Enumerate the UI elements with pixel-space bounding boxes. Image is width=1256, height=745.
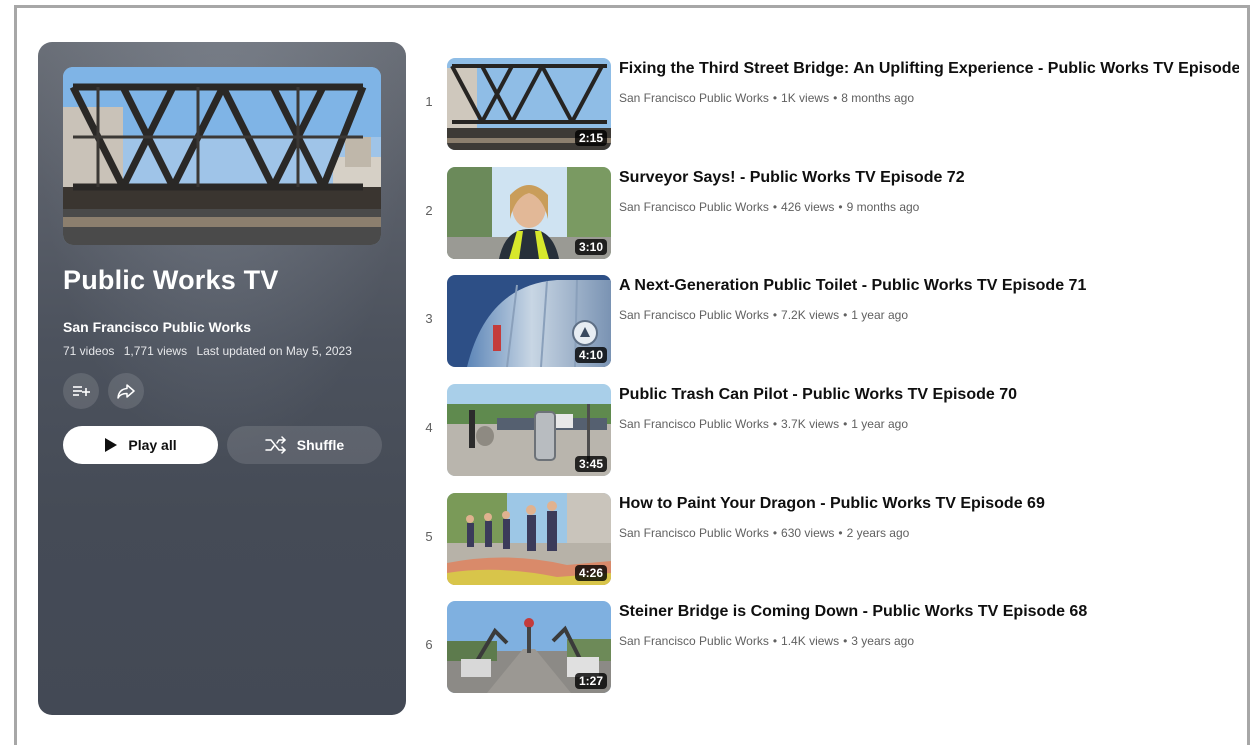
video-channel[interactable]: San Francisco Public Works bbox=[619, 308, 769, 322]
video-age: 2 years ago bbox=[846, 526, 910, 540]
play-all-button[interactable]: Play all bbox=[63, 426, 218, 464]
video-title[interactable]: Surveyor Says! - Public Works TV Episode… bbox=[619, 169, 1239, 187]
video-title[interactable]: A Next-Generation Public Toilet - Public… bbox=[619, 277, 1239, 295]
video-channel[interactable]: San Francisco Public Works bbox=[619, 417, 769, 431]
video-thumbnail[interactable]: 3:10 bbox=[447, 167, 611, 259]
video-thumbnail[interactable]: 3:45 bbox=[447, 384, 611, 476]
video-index: 2 bbox=[425, 203, 433, 218]
playlist-add-icon bbox=[73, 386, 90, 396]
duration-badge: 3:45 bbox=[574, 456, 607, 472]
video-age: 9 months ago bbox=[846, 200, 920, 214]
video-index: 6 bbox=[425, 637, 433, 652]
video-channel[interactable]: San Francisco Public Works bbox=[619, 526, 769, 540]
playlist-stats: 71 videos 1,771 views Last updated on Ma… bbox=[63, 344, 358, 358]
save-playlist-button[interactable] bbox=[63, 373, 99, 409]
video-title[interactable]: Steiner Bridge is Coming Down - Public W… bbox=[619, 603, 1239, 621]
video-channel[interactable]: San Francisco Public Works bbox=[619, 200, 769, 214]
video-thumbnail[interactable]: 1:27 bbox=[447, 601, 611, 693]
playlist-channel-link[interactable]: San Francisco Public Works bbox=[63, 319, 251, 335]
playlist-title: Public Works TV bbox=[63, 265, 279, 295]
view-count: 1,771 views bbox=[123, 344, 188, 358]
video-meta: San Francisco Public Works • 1K views • 8 mo… bbox=[619, 91, 914, 105]
shuffle-icon bbox=[265, 436, 286, 454]
shuffle-button[interactable]: Shuffle bbox=[227, 426, 382, 464]
video-index: 1 bbox=[425, 94, 433, 109]
shuffle-label: Shuffle bbox=[296, 437, 345, 453]
share-button[interactable] bbox=[108, 373, 144, 409]
video-meta: San Francisco Public Works • 7.2K views • 1 … bbox=[619, 308, 908, 322]
duration-badge: 3:10 bbox=[574, 239, 607, 255]
duration-badge: 2:15 bbox=[574, 130, 607, 146]
video-index: 4 bbox=[425, 420, 433, 435]
list-item[interactable]: 3 4:10 A Next-Generation Public Toilet -… bbox=[420, 275, 1240, 371]
play-all-label: Play all bbox=[128, 437, 177, 453]
last-updated: Last updated on May 5, 2023 bbox=[196, 344, 352, 358]
video-meta: San Francisco Public Works • 426 views • 9 m… bbox=[619, 200, 920, 214]
video-views: 1K views bbox=[781, 91, 830, 105]
video-views: 630 views bbox=[781, 526, 835, 540]
duration-badge: 4:26 bbox=[574, 565, 607, 581]
video-age: 1 year ago bbox=[851, 308, 908, 322]
video-age: 8 months ago bbox=[841, 91, 914, 105]
list-item[interactable]: 6 1:27 Steiner Bridge is Coming Down - P… bbox=[420, 601, 1240, 697]
video-count: 71 videos bbox=[63, 344, 115, 358]
video-title[interactable]: How to Paint Your Dragon - Public Works … bbox=[619, 495, 1239, 513]
list-item[interactable]: 1 2:15 Fixing the Third Street Bridge: A… bbox=[420, 58, 1240, 154]
video-thumbnail[interactable]: 2:15 bbox=[447, 58, 611, 150]
video-meta: San Francisco Public Works • 3.7K views • 1 … bbox=[619, 417, 908, 431]
video-thumbnail[interactable]: 4:26 bbox=[447, 493, 611, 585]
playlist-thumbnail[interactable] bbox=[63, 67, 381, 245]
video-title[interactable]: Fixing the Third Street Bridge: An Uplif… bbox=[619, 60, 1239, 78]
video-age: 3 years ago bbox=[851, 634, 914, 648]
playlist-header-panel: Public Works TV San Francisco Public Wor… bbox=[38, 42, 406, 715]
video-index: 3 bbox=[425, 311, 433, 326]
video-age: 1 year ago bbox=[851, 417, 908, 431]
duration-badge: 1:27 bbox=[574, 673, 607, 689]
list-item[interactable]: 4 3:45 Public Trash Can Pilot - Public W… bbox=[420, 384, 1240, 480]
video-index: 5 bbox=[425, 529, 433, 544]
video-views: 426 views bbox=[781, 200, 835, 214]
list-item[interactable]: 5 4:26 How to Paint Your Dragon - Public… bbox=[420, 493, 1240, 589]
video-meta: San Francisco Public Works • 1.4K views • 3 … bbox=[619, 634, 914, 648]
video-title[interactable]: Public Trash Can Pilot - Public Works TV… bbox=[619, 386, 1239, 404]
share-icon bbox=[117, 384, 135, 399]
video-views: 1.4K views bbox=[781, 634, 840, 648]
video-views: 3.7K views bbox=[781, 417, 840, 431]
video-channel[interactable]: San Francisco Public Works bbox=[619, 634, 769, 648]
duration-badge: 4:10 bbox=[574, 347, 607, 363]
video-channel[interactable]: San Francisco Public Works bbox=[619, 91, 769, 105]
video-thumbnail[interactable]: 4:10 bbox=[447, 275, 611, 367]
play-icon bbox=[105, 438, 118, 452]
video-meta: San Francisco Public Works • 630 views • 2 y… bbox=[619, 526, 910, 540]
video-views: 7.2K views bbox=[781, 308, 840, 322]
list-item[interactable]: 2 3:10 Surveyor Says! - Public Works TV … bbox=[420, 167, 1240, 263]
